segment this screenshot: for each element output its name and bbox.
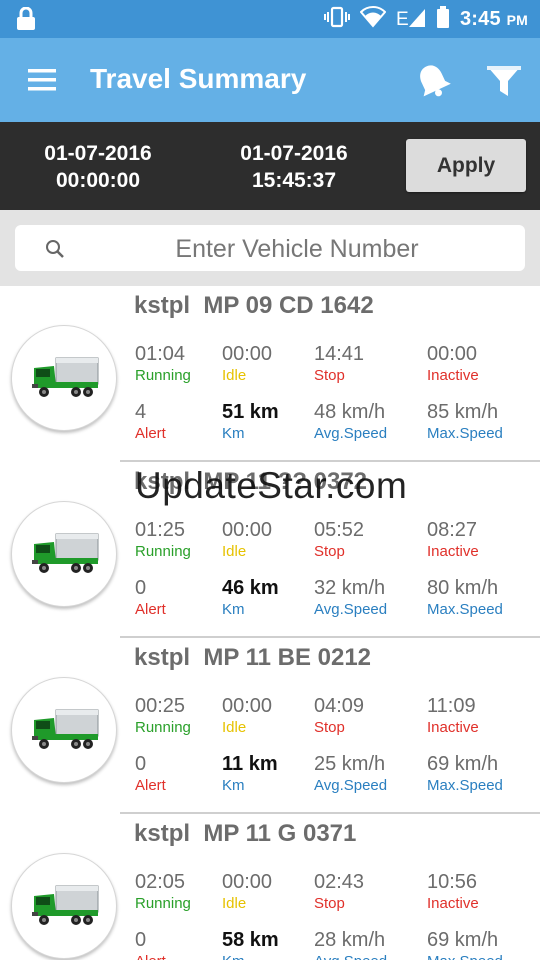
avg-speed-stat: 48 km/h Avg.Speed bbox=[314, 401, 388, 442]
idle-stat: 00:00 Idle bbox=[222, 519, 273, 560]
km-stat: 51 km Km bbox=[222, 401, 279, 442]
idle-stat: 00:00 Idle bbox=[222, 343, 273, 384]
wifi-icon bbox=[359, 6, 387, 33]
truck-icon bbox=[11, 853, 117, 959]
inactive-stat: 08:27 Inactive bbox=[427, 519, 479, 560]
to-time: 15:45:37 bbox=[251, 169, 337, 192]
avg-speed-stat: 25 km/h Avg.Speed bbox=[314, 753, 388, 794]
vehicle-card[interactable]: kstpl MP 09 CD 1642 01:04 Running 00:00 Id… bbox=[0, 286, 540, 462]
truck-icon bbox=[11, 325, 117, 431]
from-datetime[interactable]: 01-07-2016 00:00:00 bbox=[13, 140, 183, 194]
idle-stat: 00:00 Idle bbox=[222, 695, 273, 736]
alert-stat: 0Alert bbox=[135, 929, 166, 960]
vehicle-title: kstpl MP 11 BE 0212 bbox=[134, 644, 372, 671]
inactive-stat: 11:09 Inactive bbox=[427, 695, 479, 736]
vehicle-search-input[interactable] bbox=[75, 231, 519, 267]
date-range-bar: 01-07-2016 00:00:00 01-07-2016 15:45:37 … bbox=[0, 122, 540, 210]
inactive-stat: 10:56 Inactive bbox=[427, 871, 479, 912]
km-stat: 11 km Km bbox=[222, 753, 278, 794]
search-box bbox=[15, 225, 525, 271]
truck-icon bbox=[11, 501, 117, 607]
to-date: 01-07-2016 bbox=[240, 142, 348, 165]
menu-icon[interactable] bbox=[26, 66, 58, 94]
max-speed-stat: 69 km/hMax.Speed bbox=[427, 753, 503, 794]
vibrate-icon bbox=[323, 6, 350, 33]
stop-stat: 14:41 Stop bbox=[314, 343, 365, 384]
status-bar: E 3:45 PM bbox=[0, 0, 540, 38]
running-stat: 01:25 Running bbox=[135, 519, 191, 560]
alert-stat: 0Alert bbox=[135, 753, 166, 794]
idle-stat: 00:00 Idle bbox=[222, 871, 273, 912]
bell-icon[interactable] bbox=[412, 60, 454, 102]
avg-speed-stat: 28 km/hAvg.Speed bbox=[314, 929, 387, 960]
max-speed-stat: 85 km/h Max.Speed bbox=[427, 401, 503, 442]
running-stat: 02:05 Running bbox=[135, 871, 191, 912]
search-icon bbox=[45, 239, 65, 259]
clock: 3:45 PM bbox=[459, 8, 528, 30]
network-e-icon: E bbox=[396, 6, 426, 33]
vehicle-card[interactable]: kstpl MP 11 BE 0212 00:25 Running 00:00 Id… bbox=[0, 638, 540, 814]
apply-button[interactable]: Apply bbox=[406, 139, 526, 192]
max-speed-stat: 80 km/h Max.Speed bbox=[427, 577, 503, 618]
vehicle-card[interactable]: kstpl MP 11 G 0371 02:05 Running 00:00 Idl… bbox=[0, 814, 540, 960]
alert-stat: 4 Alert bbox=[135, 401, 166, 442]
page-title: Travel Summary bbox=[90, 63, 307, 94]
lock-icon bbox=[16, 6, 36, 36]
svg-text:E: E bbox=[396, 9, 409, 28]
km-stat: 58 kmKm bbox=[222, 929, 279, 960]
stop-stat: 05:52 Stop bbox=[314, 519, 365, 560]
stop-stat: 02:43 Stop bbox=[314, 871, 365, 912]
from-date: 01-07-2016 bbox=[44, 142, 152, 165]
filter-icon[interactable] bbox=[484, 60, 524, 102]
max-speed-stat: 69 km/hMax.Speed bbox=[427, 929, 503, 960]
from-time: 00:00:00 bbox=[55, 169, 141, 192]
running-stat: 01:04 Running bbox=[135, 343, 191, 384]
running-stat: 00:25 Running bbox=[135, 695, 191, 736]
vehicle-title: kstpl MP 11 G 0371 bbox=[134, 820, 357, 847]
inactive-stat: 00:00 Inactive bbox=[427, 343, 479, 384]
search-bar bbox=[0, 210, 540, 286]
to-datetime[interactable]: 01-07-2016 15:45:37 bbox=[209, 140, 379, 194]
avg-speed-stat: 32 km/h Avg.Speed bbox=[314, 577, 388, 618]
vehicle-list: kstpl MP 09 CD 1642 01:04 Running 00:00 Id… bbox=[0, 286, 540, 960]
stop-stat: 04:09 Stop bbox=[314, 695, 365, 736]
vehicle-card[interactable]: kstpl MP 11 ?? 0372 01:25 Running 00:00 Id… bbox=[0, 462, 540, 638]
alert-stat: 0Alert bbox=[135, 577, 166, 618]
km-stat: 46 km Km bbox=[222, 577, 279, 618]
battery-icon bbox=[436, 6, 450, 33]
app-bar: Travel Summary bbox=[0, 38, 540, 122]
truck-icon bbox=[11, 677, 117, 783]
vehicle-title: kstpl MP 11 ?? 0372 bbox=[134, 468, 368, 495]
vehicle-title: kstpl MP 09 CD 1642 bbox=[134, 292, 374, 319]
